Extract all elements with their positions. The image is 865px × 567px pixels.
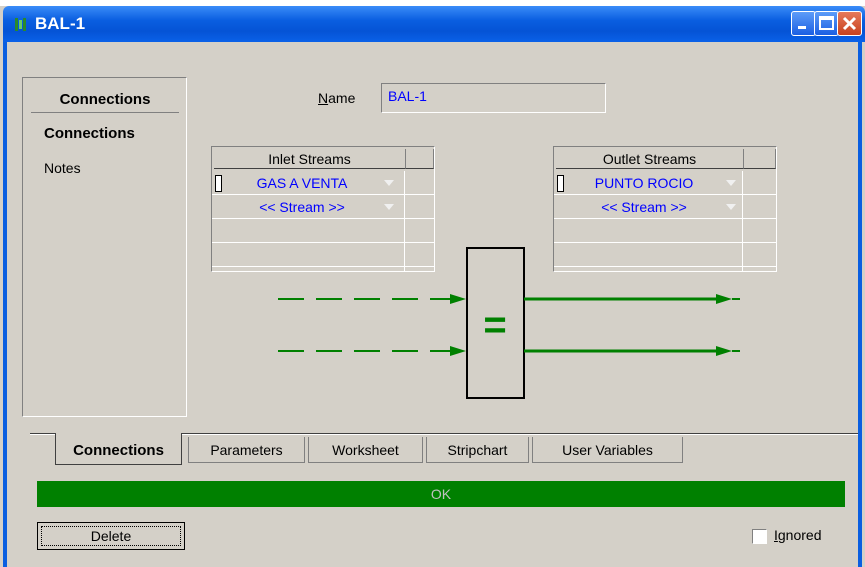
inlet-row[interactable]: << Stream >> xyxy=(212,195,434,219)
status-bar: OK xyxy=(37,481,845,507)
inlet-stream-cell[interactable]: << Stream >> xyxy=(222,195,382,219)
name-label-rest: ame xyxy=(328,90,356,106)
outlet-stream-cell[interactable]: PUNTO ROCIO xyxy=(564,171,724,195)
page-nav-panel: Connections Connections Notes xyxy=(22,77,187,417)
inlet-extra-header xyxy=(406,149,434,169)
dropdown-arrow-icon xyxy=(726,180,736,186)
inlet-stream-cell[interactable]: GAS A VENTA xyxy=(222,171,382,195)
tab-stripchart[interactable]: Stripchart xyxy=(426,437,529,463)
arrow-icon xyxy=(450,294,466,304)
tab-worksheet[interactable]: Worksheet xyxy=(308,437,423,463)
minimize-button[interactable] xyxy=(791,11,816,36)
window-title: BAL-1 xyxy=(35,14,86,33)
arrow-icon xyxy=(716,294,732,304)
hysys-app-icon xyxy=(15,18,26,31)
name-label: Name xyxy=(318,90,355,106)
page-nav-header: Connections xyxy=(31,82,179,113)
arrow-icon xyxy=(450,346,466,356)
inlet-streams-header: Inlet Streams xyxy=(214,149,406,169)
name-input[interactable]: BAL-1 xyxy=(381,83,606,113)
close-icon xyxy=(842,16,857,31)
outlet-stream-cell[interactable]: << Stream >> xyxy=(564,195,724,219)
outlet-streams-header: Outlet Streams xyxy=(556,149,744,169)
maximize-button[interactable] xyxy=(814,11,839,36)
title-bar[interactable]: BAL-1 xyxy=(3,6,865,42)
tab-connections[interactable]: Connections xyxy=(55,433,182,465)
tab-parameters[interactable]: Parameters xyxy=(188,437,305,463)
page-nav-item-notes[interactable]: Notes xyxy=(44,160,81,176)
maximize-icon xyxy=(819,16,834,30)
outlet-extra-header xyxy=(744,149,776,169)
ignored-label-rest: gnored xyxy=(777,527,822,543)
close-button[interactable] xyxy=(837,11,862,36)
dropdown-arrow-icon xyxy=(384,180,394,186)
row-selector xyxy=(215,175,222,192)
page-nav-item-connections[interactable]: Connections xyxy=(44,125,135,142)
tab-user-variables[interactable]: User Variables xyxy=(532,437,683,463)
balance-symbol: = xyxy=(483,303,506,347)
ignored-checkbox[interactable] xyxy=(752,529,767,544)
row-selector xyxy=(557,175,564,192)
minimize-icon xyxy=(798,26,806,29)
balance-flow-diagram: = xyxy=(278,247,740,399)
delete-button[interactable]: Delete xyxy=(37,522,185,550)
dropdown-arrow-icon xyxy=(726,204,736,210)
name-label-mnemonic: N xyxy=(318,90,329,106)
arrow-icon xyxy=(716,346,732,356)
ignored-label[interactable]: Ignored xyxy=(774,527,821,543)
inlet-row[interactable]: GAS A VENTA xyxy=(212,171,434,195)
dropdown-arrow-icon xyxy=(384,204,394,210)
